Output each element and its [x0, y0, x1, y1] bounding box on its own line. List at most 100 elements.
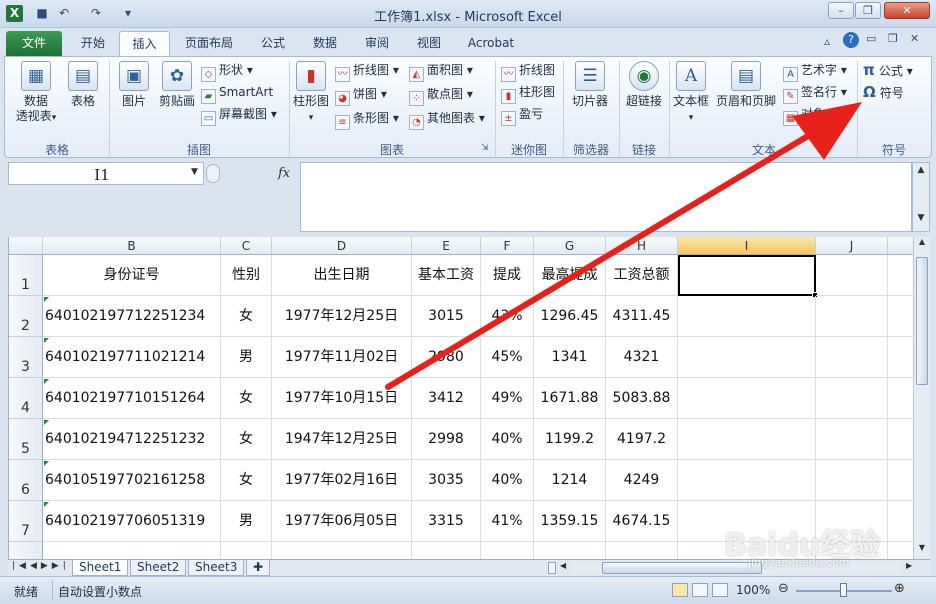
- restore-button[interactable]: ❐: [855, 2, 881, 19]
- wordart-button[interactable]: A 艺术字 ▾: [783, 61, 847, 82]
- table-cell[interactable]: 45%: [481, 337, 534, 378]
- table-cell[interactable]: 640105197702161258: [43, 460, 221, 501]
- table-cell[interactable]: 3315: [412, 501, 481, 542]
- sparkline-winloss-button[interactable]: ± 盈亏: [501, 105, 543, 126]
- column-header-j[interactable]: J: [816, 237, 888, 255]
- clipart-button[interactable]: ✿ 剪贴画: [155, 61, 199, 109]
- table-cell[interactable]: 1977年02月16日: [272, 460, 412, 501]
- zoom-level[interactable]: 100%: [736, 583, 770, 597]
- sparkline-line-button[interactable]: 〰折线图: [501, 61, 555, 82]
- table-cell[interactable]: 640102197711021214: [43, 337, 221, 378]
- table-cell[interactable]: [678, 337, 816, 378]
- table-cell[interactable]: 1214: [534, 460, 606, 501]
- header-cell[interactable]: 身份证号: [43, 255, 221, 296]
- table-cell[interactable]: [888, 419, 914, 460]
- row-header[interactable]: 1: [9, 255, 43, 296]
- header-cell[interactable]: 最高提成: [534, 255, 606, 296]
- table-cell[interactable]: [221, 542, 272, 559]
- select-all-corner[interactable]: [9, 237, 43, 255]
- minimize-button[interactable]: –: [828, 2, 854, 19]
- table-cell[interactable]: [43, 542, 221, 559]
- table-cell[interactable]: 4674.15: [606, 501, 678, 542]
- table-cell[interactable]: [678, 460, 816, 501]
- table-cell[interactable]: 3412: [412, 378, 481, 419]
- screenshot-button[interactable]: ▭ 屏幕截图 ▾: [201, 105, 277, 126]
- table-cell[interactable]: 640102194712251232: [43, 419, 221, 460]
- table-cell[interactable]: 1977年06月05日: [272, 501, 412, 542]
- table-cell[interactable]: [534, 542, 606, 559]
- other-charts-button[interactable]: ◔ 其他图表 ▾: [409, 109, 485, 130]
- doc-restore-icon[interactable]: ❐: [888, 32, 898, 45]
- slicer-button[interactable]: ☰ 切片器: [567, 61, 613, 109]
- column-chart-button[interactable]: ▮ 柱形图 ▾: [291, 61, 331, 126]
- tab-acrobat[interactable]: Acrobat: [460, 31, 522, 56]
- table-cell[interactable]: 1199.2: [534, 419, 606, 460]
- table-cell[interactable]: 1977年12月25日: [272, 296, 412, 337]
- column-header-g[interactable]: G: [534, 237, 606, 255]
- table-cell[interactable]: 女: [221, 378, 272, 419]
- table-cell[interactable]: 1947年12月25日: [272, 419, 412, 460]
- sheet-tab-3[interactable]: Sheet3: [188, 560, 245, 576]
- pie-chart-button[interactable]: ◕ 饼图 ▾: [335, 85, 387, 106]
- table-cell[interactable]: [678, 419, 816, 460]
- table-cell[interactable]: 640102197706051319: [43, 501, 221, 542]
- table-cell[interactable]: 5083.88: [606, 378, 678, 419]
- worksheet-grid[interactable]: B C D E F G H I J 1 身份证号 性别 出生日期 基本工资 提成 最高提成工…: [8, 237, 914, 559]
- formula-bar-handle[interactable]: [206, 164, 220, 183]
- doc-close-icon[interactable]: ✕: [910, 32, 919, 45]
- charts-dialog-launcher-icon[interactable]: ⇲: [481, 143, 489, 153]
- sparkline-column-button[interactable]: ▮ 柱形图: [501, 83, 555, 104]
- table-cell[interactable]: [606, 542, 678, 559]
- tab-formulas[interactable]: 公式: [250, 31, 296, 56]
- table-cell[interactable]: [272, 542, 412, 559]
- table-cell[interactable]: 女: [221, 419, 272, 460]
- tab-home[interactable]: 开始: [70, 31, 116, 56]
- table-cell[interactable]: 1671.88: [534, 378, 606, 419]
- pivot-table-button[interactable]: ▦ 数据 透视表▾: [11, 61, 61, 126]
- table-cell[interactable]: 1341: [534, 337, 606, 378]
- tab-file[interactable]: 文件: [6, 31, 62, 56]
- column-header-c[interactable]: C: [221, 237, 272, 255]
- tab-split-handle[interactable]: [548, 562, 556, 574]
- table-cell[interactable]: [888, 296, 914, 337]
- insert-function-icon[interactable]: fx: [278, 166, 290, 181]
- table-cell[interactable]: 男: [221, 501, 272, 542]
- vertical-scroll-thumb[interactable]: [916, 257, 928, 385]
- tab-view[interactable]: 视图: [406, 31, 452, 56]
- row-header[interactable]: 2: [9, 296, 43, 337]
- row-header[interactable]: 5: [9, 419, 43, 460]
- table-cell[interactable]: [816, 378, 888, 419]
- table-cell[interactable]: 40%: [481, 460, 534, 501]
- zoom-slider-thumb[interactable]: [840, 583, 847, 597]
- header-cell[interactable]: 出生日期: [272, 255, 412, 296]
- scatter-chart-button[interactable]: ⁘ 散点图 ▾: [409, 85, 473, 106]
- hyperlink-button[interactable]: ◉ 超链接: [619, 61, 669, 109]
- shapes-button[interactable]: ◇ 形状 ▾: [201, 61, 253, 82]
- sheet-tab-1[interactable]: Sheet1: [72, 560, 129, 576]
- object-button[interactable]: ▦ 对象: [783, 105, 825, 126]
- bar-chart-button[interactable]: ≡ 条形图 ▾: [335, 109, 399, 130]
- table-cell[interactable]: 4321: [606, 337, 678, 378]
- column-header-b[interactable]: B: [43, 237, 221, 255]
- scroll-up-icon[interactable]: ▲: [914, 237, 930, 251]
- table-cell[interactable]: 1359.15: [534, 501, 606, 542]
- name-box-dropdown-icon[interactable]: ▼: [191, 167, 198, 177]
- table-cell[interactable]: [888, 460, 914, 501]
- table-cell[interactable]: 1977年10月15日: [272, 378, 412, 419]
- table-cell[interactable]: 女: [221, 296, 272, 337]
- page-layout-view-icon[interactable]: [692, 583, 708, 597]
- active-cell-i1[interactable]: [678, 255, 818, 298]
- scroll-down-icon[interactable]: ▼: [914, 543, 930, 552]
- column-header-i[interactable]: I: [678, 237, 816, 255]
- insert-sheet-icon[interactable]: ✚: [246, 560, 270, 576]
- table-cell[interactable]: [888, 378, 914, 419]
- table-cell[interactable]: [816, 337, 888, 378]
- table-cell[interactable]: [888, 337, 914, 378]
- textbox-button[interactable]: A 文本框 ▾: [671, 61, 711, 126]
- table-cell[interactable]: 3035: [412, 460, 481, 501]
- column-header-k[interactable]: [888, 237, 914, 255]
- doc-minimize-icon[interactable]: ▭: [866, 32, 876, 45]
- table-cell[interactable]: 640102197710151264: [43, 378, 221, 419]
- name-box[interactable]: I1 ▼: [8, 162, 204, 185]
- symbol-button[interactable]: Ω 符号: [863, 83, 904, 101]
